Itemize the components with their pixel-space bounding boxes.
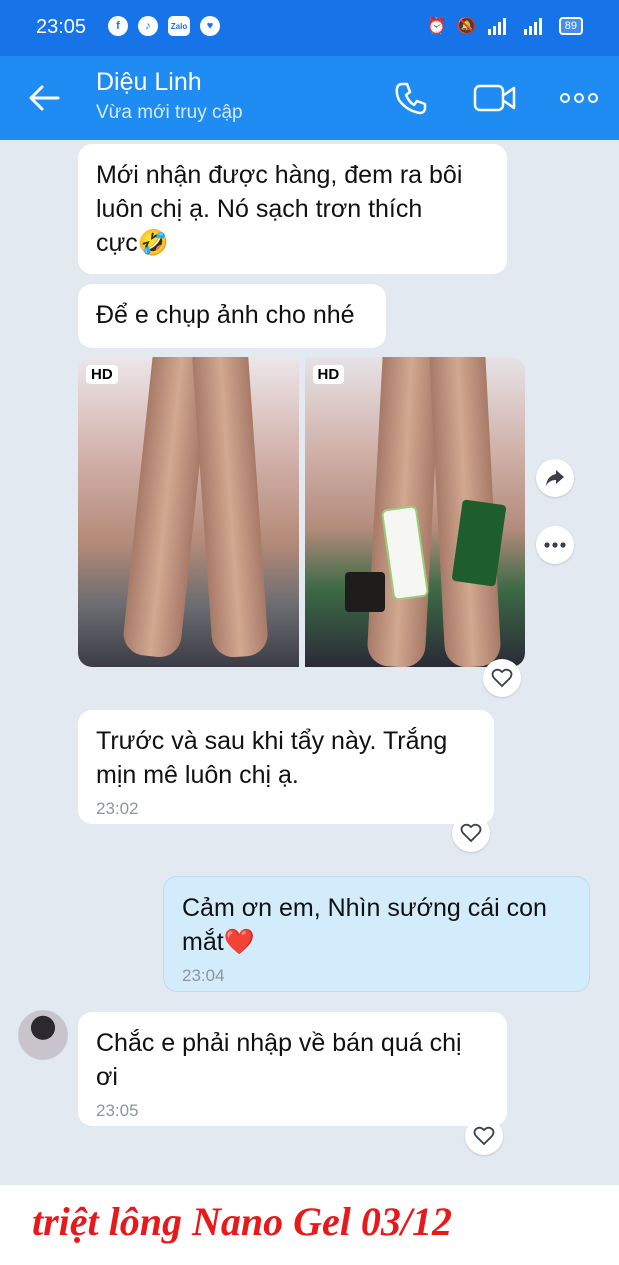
facebook-icon: f [108,16,128,36]
message-bubble[interactable]: Trước và sau khi tẩy này. Trắng mịn mê l… [78,710,494,824]
dots-icon [544,542,566,548]
contact-status: Vừa mới truy cập [96,102,243,123]
tiktok-icon: ♪ [138,16,158,36]
message-time: 23:05 [96,1101,139,1120]
message-text: Cảm ơn em, Nhìn sướng cái con mắt❤️ [182,894,547,956]
react-heart-button[interactable] [465,1117,503,1155]
chat-area[interactable]: Mới nhận được hàng, đem ra bôi luôn chị … [0,140,619,1185]
more-icon [560,93,598,103]
more-options-button[interactable] [556,76,602,120]
zalo-icon: Zalo [168,16,190,36]
back-button[interactable] [24,78,64,118]
video-icon [473,84,516,112]
react-heart-button[interactable] [452,814,490,852]
message-text: Mới nhận được hàng, đem ra bôi luôn chị … [96,161,463,257]
message-time: 23:04 [182,966,225,985]
heart-icon [460,823,482,843]
message-time: 23:02 [96,799,139,818]
message-text: Trước và sau khi tẩy này. Trắng mịn mê l… [96,727,448,789]
caption-text: triệt lông Nano Gel 03/12 [32,1199,453,1244]
heart-app-icon: ♥ [200,16,220,36]
chat-header: Diệu Linh Vừa mới truy cập [0,56,619,140]
signal-icon [487,18,506,35]
heart-icon [491,668,513,688]
hd-badge: HD [86,365,118,384]
notification-icons: f ♪ Zalo ♥ [108,16,220,36]
message-text: Để e chụp ảnh cho nhé [96,301,355,329]
after-photo[interactable]: HD [304,357,525,667]
message-bubble[interactable]: Mới nhận được hàng, đem ra bôi luôn chị … [78,144,507,274]
hd-badge: HD [312,365,345,384]
video-call-button[interactable] [472,76,518,120]
heart-icon [473,1126,495,1146]
message-text: Chắc e phải nhập về bán quá chị ơi [96,1029,462,1091]
phone-icon [395,82,427,115]
signal-icon-2 [523,18,542,35]
voice-call-button[interactable] [388,76,434,120]
alarm-icon: ⏰ [426,18,447,35]
mute-icon: 🔕 [456,18,477,35]
system-icons: ⏰ 🔕 89 [427,16,583,36]
contact-name[interactable]: Diệu Linh [96,68,202,97]
message-bubble[interactable]: Chắc e phải nhập về bán quá chị ơi 23:05 [78,1012,507,1126]
back-arrow-icon [29,85,60,111]
more-button[interactable] [536,526,574,564]
message-bubble-outgoing[interactable]: Cảm ơn em, Nhìn sướng cái con mắt❤️ 23:0… [163,876,590,992]
battery-icon: 89 [558,17,583,35]
status-time: 23:05 [36,16,87,38]
react-heart-button[interactable] [483,659,521,697]
photo-message[interactable]: HD HD [78,357,525,667]
share-button[interactable] [536,459,574,497]
status-bar: 23:05 f ♪ Zalo ♥ ⏰ 🔕 89 [0,0,619,56]
avatar[interactable] [18,1010,68,1060]
before-photo[interactable]: HD [78,357,299,667]
message-bubble[interactable]: Để e chụp ảnh cho nhé [78,284,386,348]
forward-icon [546,470,564,486]
